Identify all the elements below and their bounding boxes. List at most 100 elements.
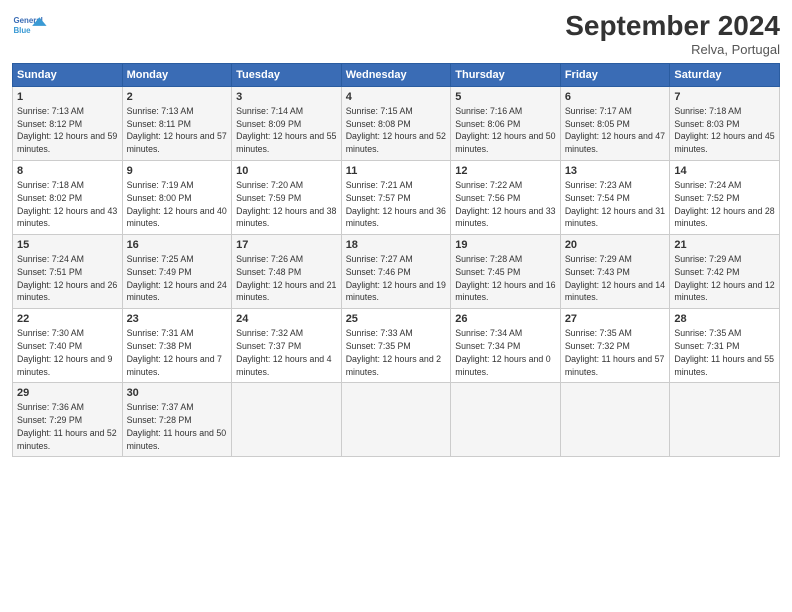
day-number: 2 [127, 90, 228, 105]
day-detail: Sunrise: 7:35 AMSunset: 7:32 PMDaylight:… [565, 328, 665, 376]
day-number: 29 [17, 386, 118, 401]
calendar-cell: 27Sunrise: 7:35 AMSunset: 7:32 PMDayligh… [560, 309, 670, 383]
day-number: 27 [565, 312, 666, 327]
calendar-cell [670, 383, 780, 457]
calendar-cell: 18Sunrise: 7:27 AMSunset: 7:46 PMDayligh… [341, 235, 451, 309]
calendar-cell: 16Sunrise: 7:25 AMSunset: 7:49 PMDayligh… [122, 235, 232, 309]
day-number: 14 [674, 164, 775, 179]
day-number: 19 [455, 238, 556, 253]
day-number: 13 [565, 164, 666, 179]
calendar-cell: 19Sunrise: 7:28 AMSunset: 7:45 PMDayligh… [451, 235, 561, 309]
calendar-cell: 1Sunrise: 7:13 AMSunset: 8:12 PMDaylight… [13, 87, 123, 161]
calendar-cell: 23Sunrise: 7:31 AMSunset: 7:38 PMDayligh… [122, 309, 232, 383]
col-wednesday: Wednesday [341, 64, 451, 87]
calendar-cell: 24Sunrise: 7:32 AMSunset: 7:37 PMDayligh… [232, 309, 342, 383]
day-detail: Sunrise: 7:29 AMSunset: 7:43 PMDaylight:… [565, 254, 665, 302]
day-number: 23 [127, 312, 228, 327]
calendar-cell: 20Sunrise: 7:29 AMSunset: 7:43 PMDayligh… [560, 235, 670, 309]
day-number: 17 [236, 238, 337, 253]
calendar-cell [341, 383, 451, 457]
day-number: 16 [127, 238, 228, 253]
day-detail: Sunrise: 7:14 AMSunset: 8:09 PMDaylight:… [236, 106, 336, 154]
col-thursday: Thursday [451, 64, 561, 87]
logo: General Blue [12, 10, 48, 46]
day-number: 6 [565, 90, 666, 105]
calendar-cell [560, 383, 670, 457]
day-number: 28 [674, 312, 775, 327]
calendar-cell: 2Sunrise: 7:13 AMSunset: 8:11 PMDaylight… [122, 87, 232, 161]
day-detail: Sunrise: 7:32 AMSunset: 7:37 PMDaylight:… [236, 328, 331, 376]
calendar-title: September 2024 [565, 10, 780, 42]
day-detail: Sunrise: 7:25 AMSunset: 7:49 PMDaylight:… [127, 254, 227, 302]
calendar-subtitle: Relva, Portugal [565, 42, 780, 57]
calendar-cell: 26Sunrise: 7:34 AMSunset: 7:34 PMDayligh… [451, 309, 561, 383]
day-detail: Sunrise: 7:37 AMSunset: 7:28 PMDaylight:… [127, 402, 227, 450]
day-number: 7 [674, 90, 775, 105]
day-detail: Sunrise: 7:13 AMSunset: 8:11 PMDaylight:… [127, 106, 227, 154]
week-row-5: 29Sunrise: 7:36 AMSunset: 7:29 PMDayligh… [13, 383, 780, 457]
day-detail: Sunrise: 7:33 AMSunset: 7:35 PMDaylight:… [346, 328, 441, 376]
col-saturday: Saturday [670, 64, 780, 87]
calendar-cell: 8Sunrise: 7:18 AMSunset: 8:02 PMDaylight… [13, 161, 123, 235]
day-detail: Sunrise: 7:24 AMSunset: 7:52 PMDaylight:… [674, 180, 774, 228]
day-detail: Sunrise: 7:24 AMSunset: 7:51 PMDaylight:… [17, 254, 117, 302]
day-number: 24 [236, 312, 337, 327]
day-number: 15 [17, 238, 118, 253]
day-number: 21 [674, 238, 775, 253]
calendar-cell: 9Sunrise: 7:19 AMSunset: 8:00 PMDaylight… [122, 161, 232, 235]
calendar-cell: 15Sunrise: 7:24 AMSunset: 7:51 PMDayligh… [13, 235, 123, 309]
calendar-cell: 5Sunrise: 7:16 AMSunset: 8:06 PMDaylight… [451, 87, 561, 161]
header: General Blue September 2024 Relva, Portu… [12, 10, 780, 57]
day-number: 9 [127, 164, 228, 179]
day-detail: Sunrise: 7:31 AMSunset: 7:38 PMDaylight:… [127, 328, 222, 376]
calendar-cell: 13Sunrise: 7:23 AMSunset: 7:54 PMDayligh… [560, 161, 670, 235]
title-block: September 2024 Relva, Portugal [565, 10, 780, 57]
day-detail: Sunrise: 7:30 AMSunset: 7:40 PMDaylight:… [17, 328, 112, 376]
calendar-cell: 25Sunrise: 7:33 AMSunset: 7:35 PMDayligh… [341, 309, 451, 383]
col-monday: Monday [122, 64, 232, 87]
header-row: Sunday Monday Tuesday Wednesday Thursday… [13, 64, 780, 87]
calendar-cell: 10Sunrise: 7:20 AMSunset: 7:59 PMDayligh… [232, 161, 342, 235]
day-number: 10 [236, 164, 337, 179]
day-detail: Sunrise: 7:22 AMSunset: 7:56 PMDaylight:… [455, 180, 555, 228]
calendar-cell: 22Sunrise: 7:30 AMSunset: 7:40 PMDayligh… [13, 309, 123, 383]
day-number: 3 [236, 90, 337, 105]
calendar-cell: 4Sunrise: 7:15 AMSunset: 8:08 PMDaylight… [341, 87, 451, 161]
week-row-3: 15Sunrise: 7:24 AMSunset: 7:51 PMDayligh… [13, 235, 780, 309]
day-detail: Sunrise: 7:18 AMSunset: 8:02 PMDaylight:… [17, 180, 117, 228]
col-sunday: Sunday [13, 64, 123, 87]
day-number: 8 [17, 164, 118, 179]
day-number: 5 [455, 90, 556, 105]
col-tuesday: Tuesday [232, 64, 342, 87]
calendar-cell: 14Sunrise: 7:24 AMSunset: 7:52 PMDayligh… [670, 161, 780, 235]
calendar-cell: 12Sunrise: 7:22 AMSunset: 7:56 PMDayligh… [451, 161, 561, 235]
day-number: 26 [455, 312, 556, 327]
day-detail: Sunrise: 7:19 AMSunset: 8:00 PMDaylight:… [127, 180, 227, 228]
calendar-cell: 28Sunrise: 7:35 AMSunset: 7:31 PMDayligh… [670, 309, 780, 383]
calendar-cell: 29Sunrise: 7:36 AMSunset: 7:29 PMDayligh… [13, 383, 123, 457]
day-number: 4 [346, 90, 447, 105]
svg-text:Blue: Blue [13, 26, 31, 35]
day-detail: Sunrise: 7:21 AMSunset: 7:57 PMDaylight:… [346, 180, 446, 228]
calendar-cell [232, 383, 342, 457]
day-number: 30 [127, 386, 228, 401]
calendar-cell: 17Sunrise: 7:26 AMSunset: 7:48 PMDayligh… [232, 235, 342, 309]
day-detail: Sunrise: 7:18 AMSunset: 8:03 PMDaylight:… [674, 106, 774, 154]
day-number: 18 [346, 238, 447, 253]
page-container: General Blue September 2024 Relva, Portu… [0, 0, 792, 467]
calendar-cell: 7Sunrise: 7:18 AMSunset: 8:03 PMDaylight… [670, 87, 780, 161]
day-detail: Sunrise: 7:36 AMSunset: 7:29 PMDaylight:… [17, 402, 117, 450]
calendar-cell: 6Sunrise: 7:17 AMSunset: 8:05 PMDaylight… [560, 87, 670, 161]
week-row-2: 8Sunrise: 7:18 AMSunset: 8:02 PMDaylight… [13, 161, 780, 235]
calendar-body: 1Sunrise: 7:13 AMSunset: 8:12 PMDaylight… [13, 87, 780, 457]
day-detail: Sunrise: 7:13 AMSunset: 8:12 PMDaylight:… [17, 106, 117, 154]
day-detail: Sunrise: 7:15 AMSunset: 8:08 PMDaylight:… [346, 106, 446, 154]
week-row-1: 1Sunrise: 7:13 AMSunset: 8:12 PMDaylight… [13, 87, 780, 161]
day-detail: Sunrise: 7:26 AMSunset: 7:48 PMDaylight:… [236, 254, 336, 302]
calendar-cell [451, 383, 561, 457]
calendar-cell: 21Sunrise: 7:29 AMSunset: 7:42 PMDayligh… [670, 235, 780, 309]
day-number: 1 [17, 90, 118, 105]
week-row-4: 22Sunrise: 7:30 AMSunset: 7:40 PMDayligh… [13, 309, 780, 383]
calendar-table: Sunday Monday Tuesday Wednesday Thursday… [12, 63, 780, 457]
logo-svg: General Blue [12, 10, 48, 46]
